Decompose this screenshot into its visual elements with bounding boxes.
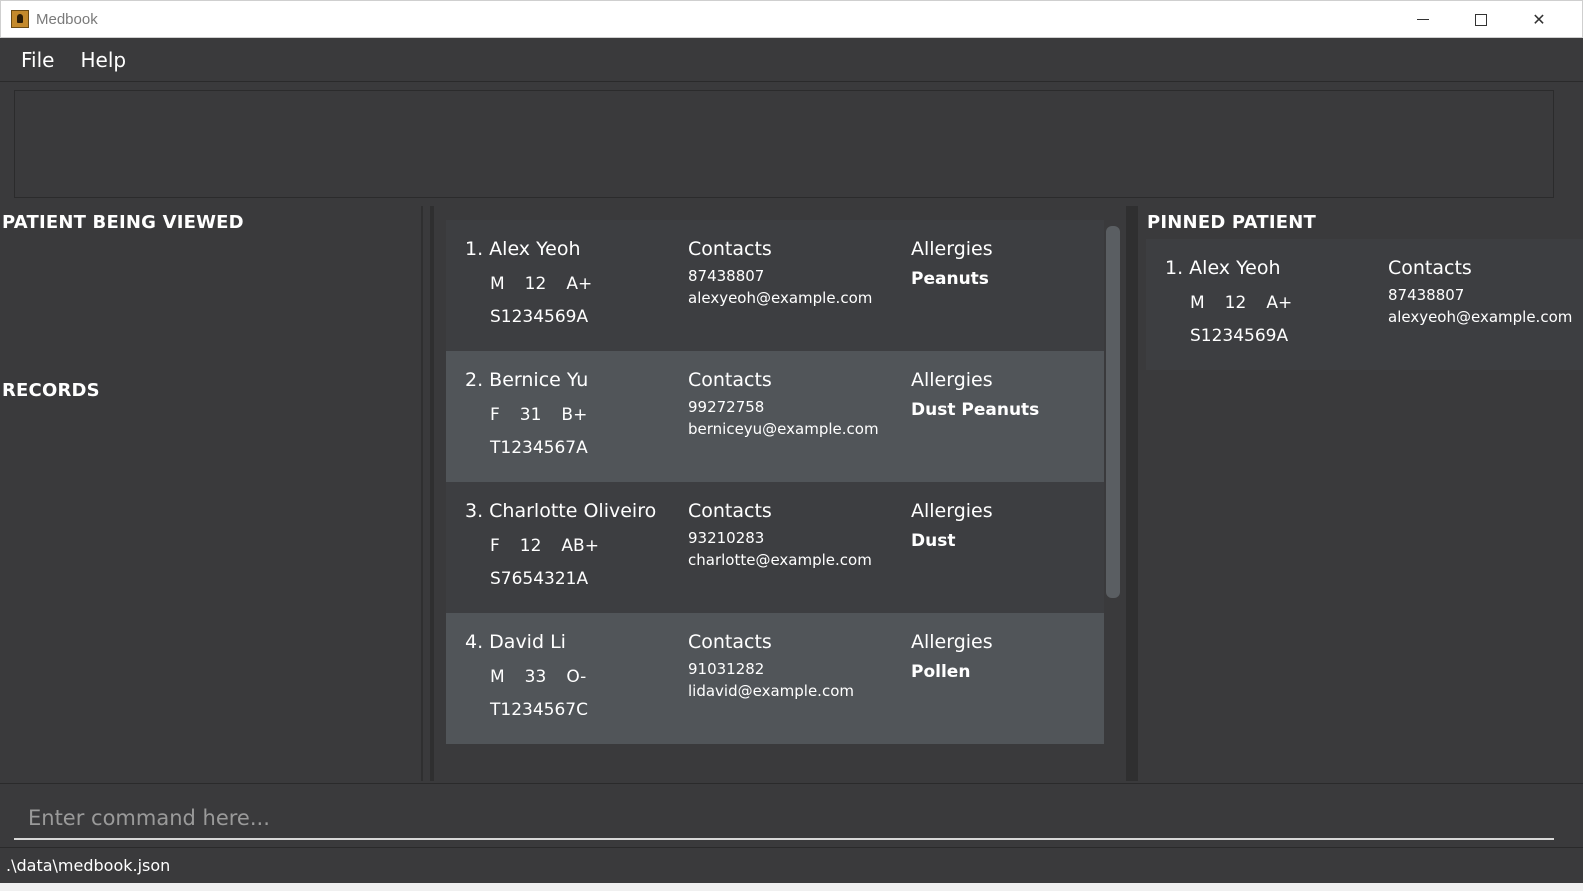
patient-gender: F	[490, 405, 500, 425]
command-input[interactable]	[14, 798, 1554, 840]
window-title: Medbook	[36, 10, 98, 28]
allergies-label: Allergies	[911, 631, 993, 653]
command-box	[0, 783, 1583, 845]
patient-nric: S1234569A	[490, 307, 589, 327]
pinned-patient-nric: S1234569A	[1190, 326, 1289, 346]
patient-attributes: F 31 B+	[490, 405, 607, 425]
patient-allergies: Dust Peanuts	[911, 400, 1040, 420]
patient-blood-type: O-	[566, 667, 587, 687]
patient-phone: 99272758	[688, 398, 765, 416]
contacts-label: Contacts	[688, 631, 772, 653]
patient-age: 33	[524, 667, 547, 687]
patient-attributes: M 33 O-	[490, 667, 606, 687]
patient-email: alexyeoh@example.com	[688, 289, 873, 307]
patient-list[interactable]: 1. Alex Yeoh M 12 A+ S1234569A Contacts …	[446, 220, 1104, 767]
pinned-patient-title: PINNED PATIENT	[1147, 212, 1317, 233]
contacts-label: Contacts	[688, 238, 772, 260]
patient-gender: M	[490, 274, 505, 294]
contacts-label: Contacts	[688, 369, 772, 391]
pinned-patient-attributes: M 12 A+	[1190, 293, 1312, 313]
minimize-button[interactable]	[1394, 1, 1452, 38]
patient-list-scrollbar[interactable]	[1106, 226, 1120, 598]
patient-blood-type: AB+	[561, 536, 599, 556]
menu-file[interactable]: File	[8, 48, 67, 72]
patient-name: 2. Bernice Yu	[465, 369, 589, 391]
result-display[interactable]	[14, 90, 1554, 198]
patient-allergies: Pollen	[911, 662, 971, 682]
panel-divider[interactable]	[1126, 206, 1138, 781]
patient-phone: 87438807	[688, 267, 765, 285]
patient-card[interactable]: 4. David Li M 33 O- T1234567C Contacts 9…	[446, 613, 1104, 744]
save-file-path: .\data\medbook.json	[6, 856, 171, 875]
menu-help[interactable]: Help	[67, 48, 139, 72]
allergies-label: Allergies	[911, 500, 993, 522]
patient-nric: S7654321A	[490, 569, 589, 589]
patient-nric: T1234567C	[490, 700, 588, 720]
patient-gender: M	[490, 667, 505, 687]
patient-card[interactable]: 2. Bernice Yu F 31 B+ T1234567A Contacts…	[446, 351, 1104, 482]
patient-email: berniceyu@example.com	[688, 420, 879, 438]
minimize-icon	[1417, 19, 1429, 20]
patient-nric: T1234567A	[490, 438, 588, 458]
patient-blood-type: B+	[561, 405, 588, 425]
patient-email: lidavid@example.com	[688, 682, 854, 700]
status-bar: .\data\medbook.json	[0, 847, 1583, 883]
patient-blood-type: A+	[566, 274, 593, 294]
pinned-patient-card[interactable]: 1. Alex Yeoh M 12 A+ S1234569A Contacts …	[1146, 239, 1583, 370]
patient-name: 4. David Li	[465, 631, 566, 653]
pinned-patient-blood-type: A+	[1266, 293, 1293, 313]
patient-email: charlotte@example.com	[688, 551, 872, 569]
pinned-patient-email: alexyeoh@example.com	[1388, 308, 1573, 326]
patient-detail-panel: PATIENT BEING VIEWED RECORDS	[0, 206, 423, 781]
patient-phone: 91031282	[688, 660, 765, 678]
close-button[interactable]: ✕	[1510, 1, 1568, 38]
contacts-label: Contacts	[688, 500, 772, 522]
patient-card[interactable]: 1. Alex Yeoh M 12 A+ S1234569A Contacts …	[446, 220, 1104, 351]
patient-age: 12	[519, 536, 542, 556]
patient-phone: 93210283	[688, 529, 765, 547]
pinned-patient-phone: 87438807	[1388, 286, 1465, 304]
panel-divider[interactable]	[430, 206, 434, 781]
pinned-contacts-label: Contacts	[1388, 257, 1472, 279]
maximize-button[interactable]	[1452, 1, 1510, 38]
app-contact-icon	[11, 10, 29, 28]
allergies-label: Allergies	[911, 238, 993, 260]
pinned-patient-gender: M	[1190, 293, 1205, 313]
patient-gender: F	[490, 536, 500, 556]
patient-age: 31	[519, 405, 542, 425]
patient-allergies: Peanuts	[911, 269, 989, 289]
patient-being-viewed-title: PATIENT BEING VIEWED	[2, 212, 244, 233]
patient-attributes: M 12 A+	[490, 274, 612, 294]
menu-bar: File Help	[0, 38, 1583, 82]
allergies-label: Allergies	[911, 369, 993, 391]
patient-age: 12	[524, 274, 547, 294]
patient-name: 3. Charlotte Oliveiro	[465, 500, 657, 522]
patient-card[interactable]: 3. Charlotte Oliveiro F 12 AB+ S7654321A…	[446, 482, 1104, 613]
patient-allergies: Dust	[911, 531, 956, 551]
maximize-icon	[1475, 13, 1487, 26]
patient-attributes: F 12 AB+	[490, 536, 619, 556]
close-icon: ✕	[1532, 10, 1546, 29]
patient-name: 1. Alex Yeoh	[465, 238, 581, 260]
pinned-patient-age: 12	[1224, 293, 1247, 313]
window-bottom-edge	[0, 883, 1583, 891]
pinned-patient-name: 1. Alex Yeoh	[1165, 257, 1281, 279]
window-titlebar: Medbook ✕	[0, 0, 1583, 38]
records-title: RECORDS	[2, 380, 100, 401]
